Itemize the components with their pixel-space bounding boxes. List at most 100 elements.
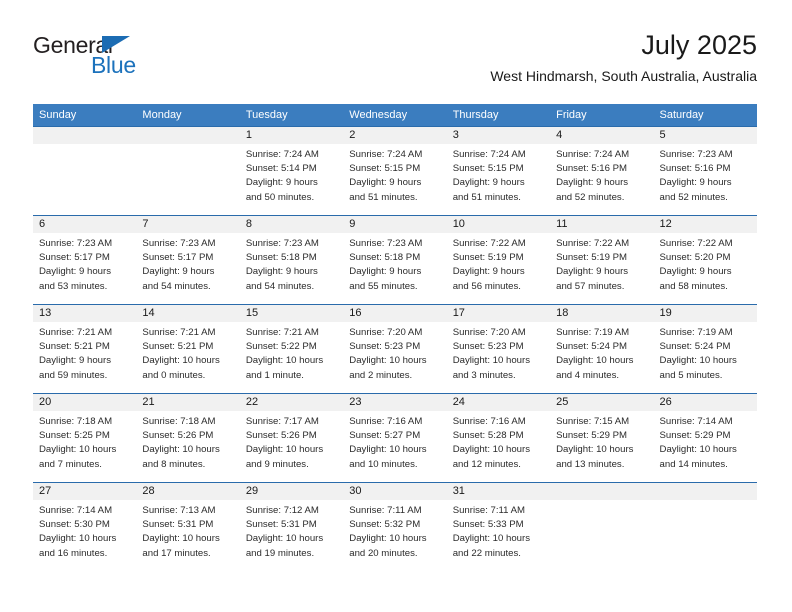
daylight-line-1: Daylight: 10 hours (556, 444, 634, 456)
day-number-band: 12 (653, 216, 757, 233)
calendar-page: General Blue July 2025 West Hindmarsh, S… (0, 0, 792, 612)
day-sun-info: Sunrise: 7:11 AM Sunset: 5:33 PM Daylight:… (447, 500, 550, 561)
day-number: 19 (659, 307, 672, 319)
day-number-band: 6 (33, 216, 137, 233)
daylight-line-1: Daylight: 9 hours (452, 266, 525, 278)
day-cell-28[interactable]: 28 Sunrise: 7:13 AM Sunset: 5:31 PM Dayligh… (136, 483, 240, 571)
sunrise-line: Sunrise: 7:21 AM (142, 327, 216, 338)
day-number-band: 5 (653, 127, 757, 144)
day-cell-1[interactable]: 1 Sunrise: 7:24 AM Sunset: 5:14 PM Daylight… (239, 127, 344, 215)
daylight-line-2: and 16 minutes. (39, 547, 108, 559)
day-cell-20[interactable]: 20 Sunrise: 7:18 AM Sunset: 5:25 PM Dayligh… (33, 394, 137, 482)
daylight-line-2: and 3 minutes. (452, 369, 516, 381)
daylight-line-1: Daylight: 10 hours (245, 444, 324, 456)
daylight-line-1: Daylight: 10 hours (349, 444, 427, 456)
daylight-line-2: and 52 minutes. (659, 191, 728, 203)
logo-text-blue: Blue (91, 52, 136, 78)
day-sun-info: Sunrise: 7:23 AM Sunset: 5:16 PM Daylight:… (654, 144, 757, 205)
calendar-weeks: 1 Sunrise: 7:24 AM Sunset: 5:14 PM Daylight… (33, 126, 757, 571)
day-cell-14[interactable]: 14 Sunrise: 7:21 AM Sunset: 5:21 PM Dayligh… (136, 305, 240, 393)
day-cell-11[interactable]: 11 Sunrise: 7:22 AM Sunset: 5:19 PM Dayligh… (550, 216, 654, 304)
day-cell-7[interactable]: 7 Sunrise: 7:23 AM Sunset: 5:17 PM Daylight… (136, 216, 240, 304)
sunrise-line: Sunrise: 7:18 AM (142, 416, 216, 427)
day-cell-4[interactable]: 4 Sunrise: 7:24 AM Sunset: 5:16 PM Daylight… (550, 127, 654, 215)
daylight-line-1: Daylight: 9 hours (245, 177, 318, 189)
day-cell-21[interactable]: 21 Sunrise: 7:18 AM Sunset: 5:26 PM Dayligh… (136, 394, 240, 482)
day-cell-2[interactable]: 2 Sunrise: 7:24 AM Sunset: 5:15 PM Daylight… (343, 127, 447, 215)
day-cell-17[interactable]: 17 Sunrise: 7:20 AM Sunset: 5:23 PM Dayligh… (446, 305, 551, 393)
day-cell-19[interactable]: 19 Sunrise: 7:19 AM Sunset: 5:24 PM Dayligh… (653, 305, 757, 393)
sunrise-line: Sunrise: 7:20 AM (452, 327, 526, 338)
daylight-line-1: Daylight: 10 hours (142, 355, 220, 367)
day-number: 12 (659, 218, 672, 230)
day-cell-22[interactable]: 22 Sunrise: 7:17 AM Sunset: 5:26 PM Dayligh… (239, 394, 344, 482)
sunset-line: Sunset: 5:14 PM (245, 163, 317, 175)
day-number-band: 28 (136, 483, 240, 500)
day-number-band (33, 127, 137, 144)
day-cell-26[interactable]: 26 Sunrise: 7:14 AM Sunset: 5:29 PM Dayligh… (653, 394, 757, 482)
day-sun-info: Sunrise: 7:24 AM Sunset: 5:15 PM Daylight:… (447, 144, 550, 205)
daylight-line-1: Daylight: 10 hours (349, 355, 427, 367)
sunset-line: Sunset: 5:31 PM (245, 519, 317, 531)
generalblue-logo: General Blue (33, 32, 193, 84)
day-number-band: 14 (136, 305, 240, 322)
day-cell-18[interactable]: 18 Sunrise: 7:19 AM Sunset: 5:24 PM Dayligh… (550, 305, 654, 393)
day-number-band: 13 (33, 305, 137, 322)
weekday-header-saturday: Saturday (659, 109, 704, 121)
weekday-header-thursday: Thursday (452, 109, 499, 121)
daylight-line-1: Daylight: 9 hours (349, 177, 422, 189)
day-number: 31 (452, 485, 465, 497)
day-cell-3[interactable]: 3 Sunrise: 7:24 AM Sunset: 5:15 PM Daylight… (446, 127, 551, 215)
sunset-line: Sunset: 5:29 PM (556, 430, 628, 442)
day-cell-12[interactable]: 12 Sunrise: 7:22 AM Sunset: 5:20 PM Dayligh… (653, 216, 757, 304)
day-sun-info (654, 500, 757, 504)
day-cell-25[interactable]: 25 Sunrise: 7:15 AM Sunset: 5:29 PM Dayligh… (550, 394, 654, 482)
sunrise-line: Sunrise: 7:16 AM (349, 416, 423, 427)
day-number: 20 (39, 396, 52, 408)
calendar-week-row: 6 Sunrise: 7:23 AM Sunset: 5:17 PM Daylight… (33, 215, 757, 304)
sunrise-line: Sunrise: 7:20 AM (349, 327, 423, 338)
day-cell-6[interactable]: 6 Sunrise: 7:23 AM Sunset: 5:17 PM Daylight… (33, 216, 137, 304)
day-cell-27[interactable]: 27 Sunrise: 7:14 AM Sunset: 5:30 PM Dayligh… (33, 483, 137, 571)
day-cell-9[interactable]: 9 Sunrise: 7:23 AM Sunset: 5:18 PM Daylight… (343, 216, 447, 304)
day-number: 5 (659, 129, 666, 141)
day-number-band: 15 (239, 305, 344, 322)
calendar-week-row: 27 Sunrise: 7:14 AM Sunset: 5:30 PM Dayligh… (33, 482, 757, 571)
daylight-line-1: Daylight: 10 hours (452, 533, 531, 545)
sunrise-line: Sunrise: 7:18 AM (39, 416, 113, 427)
sunset-line: Sunset: 5:27 PM (349, 430, 421, 442)
day-cell-16[interactable]: 16 Sunrise: 7:20 AM Sunset: 5:23 PM Dayligh… (343, 305, 447, 393)
sunset-line: Sunset: 5:33 PM (452, 519, 524, 531)
day-cell-30[interactable]: 30 Sunrise: 7:11 AM Sunset: 5:32 PM Dayligh… (343, 483, 447, 571)
daylight-line-2: and 7 minutes. (39, 458, 102, 470)
day-cell-29[interactable]: 29 Sunrise: 7:12 AM Sunset: 5:31 PM Dayligh… (239, 483, 344, 571)
day-cell-15[interactable]: 15 Sunrise: 7:21 AM Sunset: 5:22 PM Dayligh… (239, 305, 344, 393)
day-number-band: 8 (239, 216, 344, 233)
daylight-line-1: Daylight: 9 hours (39, 355, 111, 367)
daylight-line-2: and 13 minutes. (556, 458, 625, 470)
page-title: July 2025 (641, 30, 757, 60)
day-number-band: 11 (550, 216, 654, 233)
day-cell-8[interactable]: 8 Sunrise: 7:23 AM Sunset: 5:18 PM Daylight… (239, 216, 344, 304)
day-sun-info: Sunrise: 7:14 AM Sunset: 5:29 PM Daylight:… (654, 411, 757, 472)
day-number-band: 1 (239, 127, 344, 144)
day-cell-31[interactable]: 31 Sunrise: 7:11 AM Sunset: 5:33 PM Dayligh… (446, 483, 551, 571)
sunset-line: Sunset: 5:16 PM (556, 163, 628, 175)
sunrise-line: Sunrise: 7:23 AM (245, 238, 319, 249)
daylight-line-2: and 51 minutes. (349, 191, 418, 203)
day-number: 16 (349, 307, 362, 319)
sunrise-line: Sunrise: 7:24 AM (556, 149, 630, 160)
daylight-line-1: Daylight: 10 hours (349, 533, 427, 545)
day-cell-23[interactable]: 23 Sunrise: 7:16 AM Sunset: 5:27 PM Dayligh… (343, 394, 447, 482)
sunrise-line: Sunrise: 7:14 AM (39, 505, 113, 516)
daylight-line-1: Daylight: 10 hours (142, 444, 220, 456)
day-cell-13[interactable]: 13 Sunrise: 7:21 AM Sunset: 5:21 PM Dayligh… (33, 305, 137, 393)
daylight-line-2: and 50 minutes. (245, 191, 315, 203)
day-cell-5[interactable]: 5 Sunrise: 7:23 AM Sunset: 5:16 PM Daylight… (653, 127, 757, 215)
day-cell-24[interactable]: 24 Sunrise: 7:16 AM Sunset: 5:28 PM Dayligh… (446, 394, 551, 482)
day-cell-10[interactable]: 10 Sunrise: 7:22 AM Sunset: 5:19 PM Dayligh… (446, 216, 551, 304)
sunset-line: Sunset: 5:15 PM (349, 163, 421, 175)
day-sun-info: Sunrise: 7:23 AM Sunset: 5:18 PM Daylight:… (343, 233, 446, 294)
daylight-line-1: Daylight: 9 hours (142, 266, 215, 278)
sunrise-line: Sunrise: 7:11 AM (349, 505, 422, 516)
